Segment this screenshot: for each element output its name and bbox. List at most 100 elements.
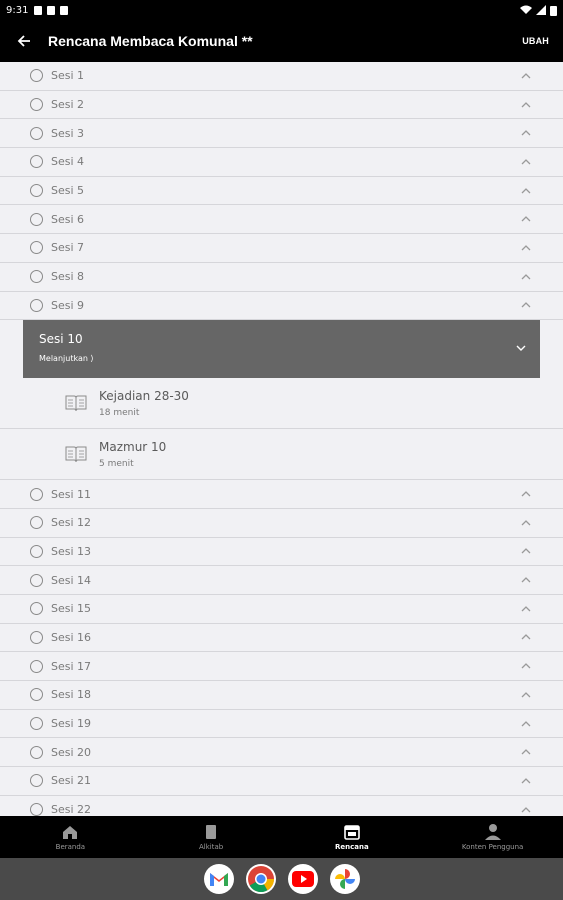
session-row[interactable]: Sesi 15 <box>0 595 563 624</box>
session-row[interactable]: Sesi 4 <box>0 148 563 177</box>
session-row[interactable]: Sesi 17 <box>0 652 563 681</box>
chevron-up-icon[interactable] <box>521 806 531 814</box>
radio-icon[interactable] <box>30 487 43 501</box>
reading-title: Mazmur 10 <box>99 439 167 454</box>
session-label: Sesi 2 <box>51 98 85 112</box>
radio-icon[interactable] <box>30 745 43 759</box>
session-label: Sesi 5 <box>51 184 85 198</box>
edit-button[interactable]: UBAH <box>508 36 563 46</box>
wifi-icon <box>520 5 532 14</box>
session-row[interactable]: Sesi 20 <box>0 738 563 768</box>
session-row[interactable]: Sesi 19 <box>0 710 563 739</box>
session-row[interactable]: Sesi 6 <box>0 205 563 235</box>
chevron-up-icon[interactable] <box>521 576 531 584</box>
continue-link[interactable]: Melanjutkan ⟩ <box>39 354 524 363</box>
radio-icon[interactable] <box>30 544 43 558</box>
session-label: Sesi 16 <box>51 630 92 644</box>
radio-icon[interactable] <box>30 659 43 673</box>
reading-item[interactable]: Mazmur 10 5 menit <box>0 429 563 481</box>
nav-user-content[interactable]: Konten Pengguna <box>422 816 563 858</box>
chevron-up-icon[interactable] <box>521 244 531 252</box>
radio-icon[interactable] <box>30 69 43 83</box>
session-row[interactable]: Sesi 11 <box>0 480 563 509</box>
radio-icon[interactable] <box>30 126 43 140</box>
person-icon <box>484 824 501 840</box>
session-row[interactable]: Sesi 13 <box>0 538 563 567</box>
reading-title: Kejadian 28-30 <box>99 388 189 403</box>
radio-icon[interactable] <box>30 241 43 255</box>
radio-icon[interactable] <box>30 573 43 587</box>
session-label: Sesi 6 <box>51 212 85 226</box>
session-row[interactable]: Sesi 18 <box>0 681 563 710</box>
session-label: Sesi 9 <box>51 298 85 312</box>
radio-icon[interactable] <box>30 270 43 284</box>
nav-home[interactable]: Beranda <box>0 816 141 858</box>
gmail-icon[interactable] <box>203 864 234 894</box>
chrome-icon[interactable] <box>245 864 276 894</box>
radio-icon[interactable] <box>30 630 43 644</box>
session-row[interactable]: Sesi 16 <box>0 624 563 653</box>
session-row[interactable]: Sesi 2 <box>0 91 563 120</box>
chevron-up-icon[interactable] <box>521 301 531 309</box>
chevron-up-icon[interactable] <box>521 777 531 785</box>
session-label: Sesi 4 <box>51 155 85 169</box>
chevron-up-icon[interactable] <box>521 748 531 756</box>
session-row[interactable]: Sesi 14 <box>0 566 563 595</box>
chevron-up-icon[interactable] <box>521 662 531 670</box>
session-row[interactable]: Sesi 3 <box>0 119 563 149</box>
chevron-up-icon[interactable] <box>521 691 531 699</box>
chevron-up-icon[interactable] <box>521 129 531 137</box>
session-list: Sesi 1 Sesi 2 Sesi 3 Sesi 4 Sesi 5 Sesi 6 Sesi… <box>0 62 563 816</box>
session-row[interactable]: Sesi 9 <box>0 292 563 321</box>
radio-icon[interactable] <box>30 717 43 731</box>
chevron-up-icon[interactable] <box>521 187 531 195</box>
reading-item[interactable]: Kejadian 28-30 18 menit <box>0 378 563 430</box>
radio-icon[interactable] <box>30 155 43 169</box>
bottom-nav: Beranda Alkitab Rencana Konten Pengguna <box>0 816 563 858</box>
chevron-up-icon[interactable] <box>521 547 531 555</box>
session-label: Sesi 19 <box>51 717 92 731</box>
chevron-up-icon[interactable] <box>521 519 531 527</box>
session-label: Sesi 12 <box>51 516 92 530</box>
battery-icon <box>550 5 557 16</box>
nav-home-label: Beranda <box>55 843 86 851</box>
chevron-up-icon[interactable] <box>521 633 531 641</box>
chevron-up-icon[interactable] <box>521 158 531 166</box>
radio-icon[interactable] <box>30 602 43 616</box>
session-row[interactable]: Sesi 12 <box>0 509 563 538</box>
session-row[interactable]: Sesi 5 <box>0 177 563 206</box>
book-icon <box>65 395 87 412</box>
session-label: Sesi 3 <box>51 126 85 140</box>
radio-icon[interactable] <box>30 184 43 198</box>
nav-plans[interactable]: Rencana <box>282 816 423 858</box>
chevron-up-icon[interactable] <box>521 720 531 728</box>
signal-icon <box>536 5 546 15</box>
session-row[interactable]: Sesi 1 <box>0 62 563 91</box>
youtube-icon[interactable] <box>287 864 318 894</box>
nav-bible[interactable]: Alkitab <box>141 816 282 858</box>
radio-icon[interactable] <box>30 774 43 788</box>
session-row[interactable]: Sesi 22 <box>0 796 563 816</box>
radio-icon[interactable] <box>30 688 43 702</box>
session-expanded[interactable]: Sesi 10 Melanjutkan ⟩ <box>23 320 540 379</box>
radio-icon[interactable] <box>30 298 43 312</box>
notification-icon <box>60 5 69 15</box>
session-row[interactable]: Sesi 21 <box>0 767 563 796</box>
session-label: Sesi 13 <box>51 544 92 558</box>
radio-icon[interactable] <box>30 98 43 112</box>
radio-icon[interactable] <box>30 212 43 226</box>
photos-icon[interactable] <box>329 864 360 894</box>
back-button[interactable] <box>0 20 48 62</box>
chevron-up-icon[interactable] <box>521 605 531 613</box>
page-title: Rencana Membaca Komunal ** <box>48 33 253 49</box>
radio-icon[interactable] <box>30 516 43 530</box>
chevron-down-icon[interactable] <box>516 344 526 352</box>
chevron-up-icon[interactable] <box>521 273 531 281</box>
chevron-up-icon[interactable] <box>521 101 531 109</box>
chevron-up-icon[interactable] <box>521 490 531 498</box>
session-row[interactable]: Sesi 8 <box>0 263 563 292</box>
radio-icon[interactable] <box>30 803 43 816</box>
session-row[interactable]: Sesi 7 <box>0 234 563 263</box>
chevron-up-icon[interactable] <box>521 215 531 223</box>
chevron-up-icon[interactable] <box>521 72 531 80</box>
